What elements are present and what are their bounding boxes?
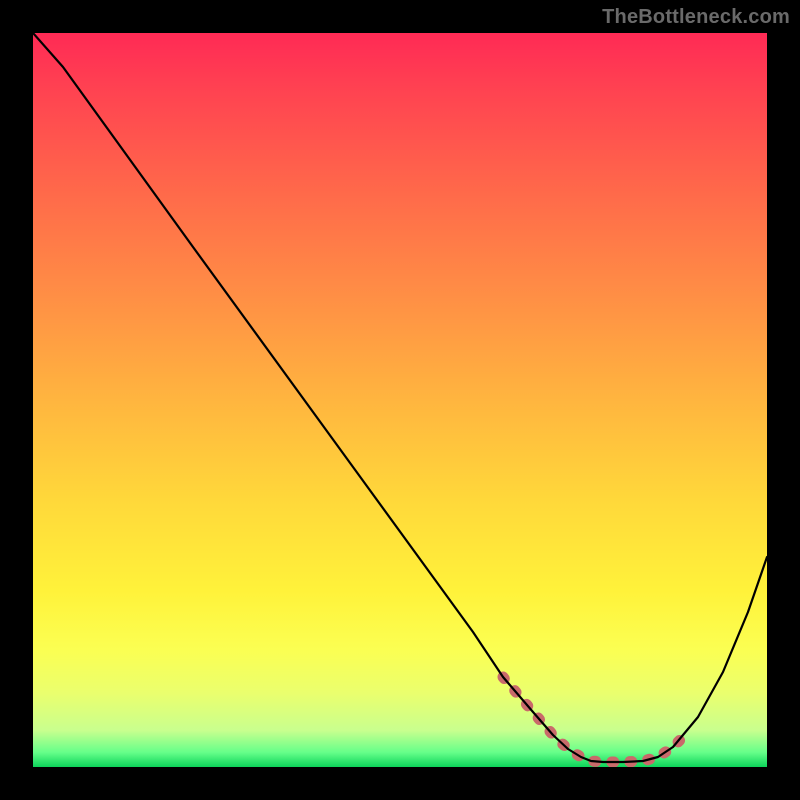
series-pink-marker-strip xyxy=(503,677,688,762)
curve-layer xyxy=(33,33,767,767)
plot-area xyxy=(33,33,767,767)
chart-stage: TheBottleneck.com xyxy=(0,0,800,800)
watermark-text: TheBottleneck.com xyxy=(602,6,790,29)
series-black-curve xyxy=(33,33,767,762)
